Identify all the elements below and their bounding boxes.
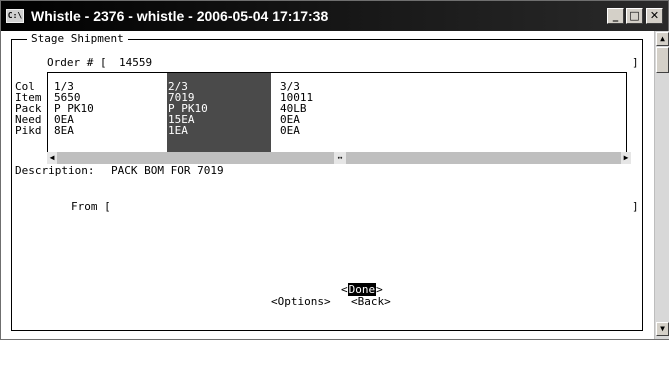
scroll-right-icon[interactable]: ▶ [621,152,631,164]
terminal-client-area: Stage Shipment Order # [ 14559 ] Col Ite… [1,31,654,339]
app-window: C:\ Whistle - 2376 - whistle - 2006-05-0… [0,0,669,340]
scroll-down-icon[interactable]: ▼ [656,322,669,336]
grid-cell[interactable]: 0EA [280,125,300,136]
scroll-thumb[interactable]: ↔ [334,152,346,164]
options-button[interactable]: <Options> [271,296,331,308]
back-button-label: Back [357,295,385,308]
options-button-label: Options [277,295,324,308]
grid-horizontal-scrollbar[interactable]: ◀ ↔ ▶ [47,152,631,164]
app-console-icon[interactable]: C:\ [6,9,24,23]
close-icon: ✕ [649,9,660,22]
title-bar[interactable]: C:\ Whistle - 2376 - whistle - 2006-05-0… [1,1,668,31]
description-value: PACK BOM FOR 7019 [111,164,224,177]
from-field-close: ] [632,200,639,213]
close-button[interactable]: ✕ [646,8,663,24]
row-label-pikd: Pikd [15,124,42,137]
maximize-icon: □ [629,9,640,22]
order-label: Order # [ [47,56,107,69]
minimize-icon: _ [612,9,619,22]
vertical-scrollbar[interactable]: ▲ ▼ [654,31,669,339]
back-button[interactable]: <Back> [351,296,391,308]
order-number-field[interactable]: 14559 [119,57,152,69]
item-grid[interactable]: 1/3 5650 P PK10 0EA 8EA 2/3 7019 P PK10 … [47,72,627,153]
scroll-left-icon[interactable]: ◀ [47,152,57,164]
scroll-up-icon[interactable]: ▲ [656,32,669,46]
grid-cell-selected[interactable]: 1EA [168,125,188,136]
vertical-scroll-thumb[interactable] [656,47,669,73]
description-label: Description: [15,164,95,177]
minimize-button[interactable]: _ [607,8,624,24]
grid-cell[interactable]: 8EA [54,125,74,136]
from-label: From [ [71,200,111,213]
maximize-button[interactable]: □ [626,8,643,24]
order-field-close: ] [632,56,639,69]
window-title: Whistle - 2376 - whistle - 2006-05-04 17… [31,8,329,24]
frame-title: Stage Shipment [27,32,128,45]
